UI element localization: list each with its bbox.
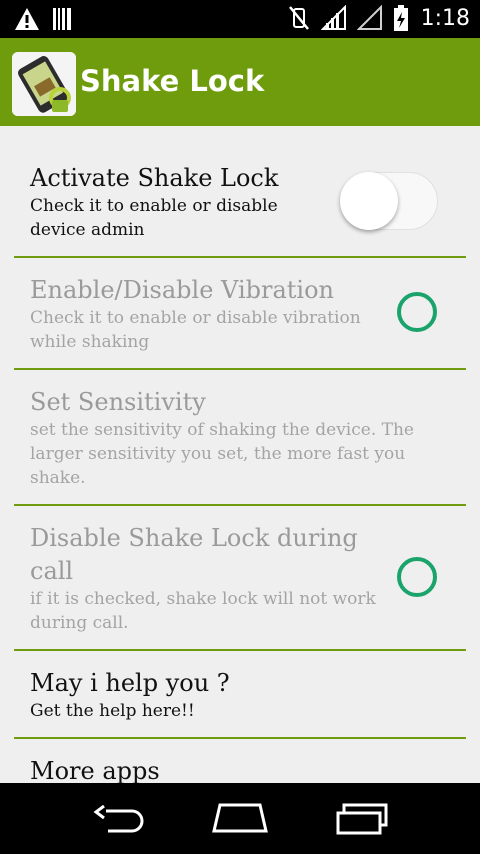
setting-title: Disable Shake Lock during: [30, 524, 358, 552]
home-icon[interactable]: [210, 801, 270, 835]
vibration-radio[interactable]: [397, 292, 437, 332]
warning-icon: [15, 8, 39, 30]
setting-summary: during call.: [30, 613, 129, 633]
back-icon[interactable]: [92, 805, 148, 835]
setting-vibration[interactable]: Enable/Disable Vibration Check it to ena…: [0, 258, 480, 368]
setting-summary: Check it to enable or disable vibration: [30, 308, 361, 328]
setting-activate-shake-lock[interactable]: Activate Shake Lock Check it to enable o…: [0, 146, 480, 256]
disable-during-call-radio[interactable]: [397, 557, 437, 597]
battery-charging-icon: [393, 5, 408, 31]
setting-summary: Check it to enable or disable: [30, 196, 278, 216]
recent-apps-icon[interactable]: [334, 803, 390, 835]
navigation-bar: [0, 783, 480, 854]
setting-summary: device admin: [30, 220, 145, 240]
setting-title: May i help you ?: [30, 669, 230, 697]
setting-summary: larger sensitivity you set, the more fas…: [30, 444, 406, 464]
app-bar: Shake Lock: [0, 38, 480, 126]
setting-more-apps[interactable]: More apps: [0, 739, 480, 785]
setting-summary: set the sensitivity of shaking the devic…: [30, 420, 414, 440]
setting-sensitivity[interactable]: Set Sensitivity set the sensitivity of s…: [0, 370, 480, 504]
setting-summary: if it is checked, shake lock will not wo…: [30, 589, 376, 609]
setting-help[interactable]: May i help you ? Get the help here!!: [0, 651, 480, 737]
no-signal-icon: [356, 5, 382, 30]
activate-toggle[interactable]: [338, 170, 440, 232]
setting-title: Enable/Disable Vibration: [30, 276, 334, 304]
toggle-thumb: [340, 172, 398, 230]
setting-title: Activate Shake Lock: [30, 164, 279, 192]
signal-icon: [320, 5, 346, 30]
status-time: 1:18: [420, 5, 470, 31]
status-bar: 1:18: [0, 0, 480, 38]
app-title: Shake Lock: [80, 64, 265, 98]
setting-title: Set Sensitivity: [30, 388, 206, 416]
barcode-icon: [53, 8, 71, 30]
setting-summary: shake.: [30, 468, 86, 488]
setting-summary: while shaking: [30, 332, 150, 352]
setting-title: call: [30, 557, 74, 585]
vibrate-off-icon: [288, 6, 309, 30]
setting-summary: Get the help here!!: [30, 701, 195, 721]
setting-disable-during-call[interactable]: Disable Shake Lock during call if it is …: [0, 506, 480, 649]
shake-lock-logo-icon: [12, 52, 76, 116]
